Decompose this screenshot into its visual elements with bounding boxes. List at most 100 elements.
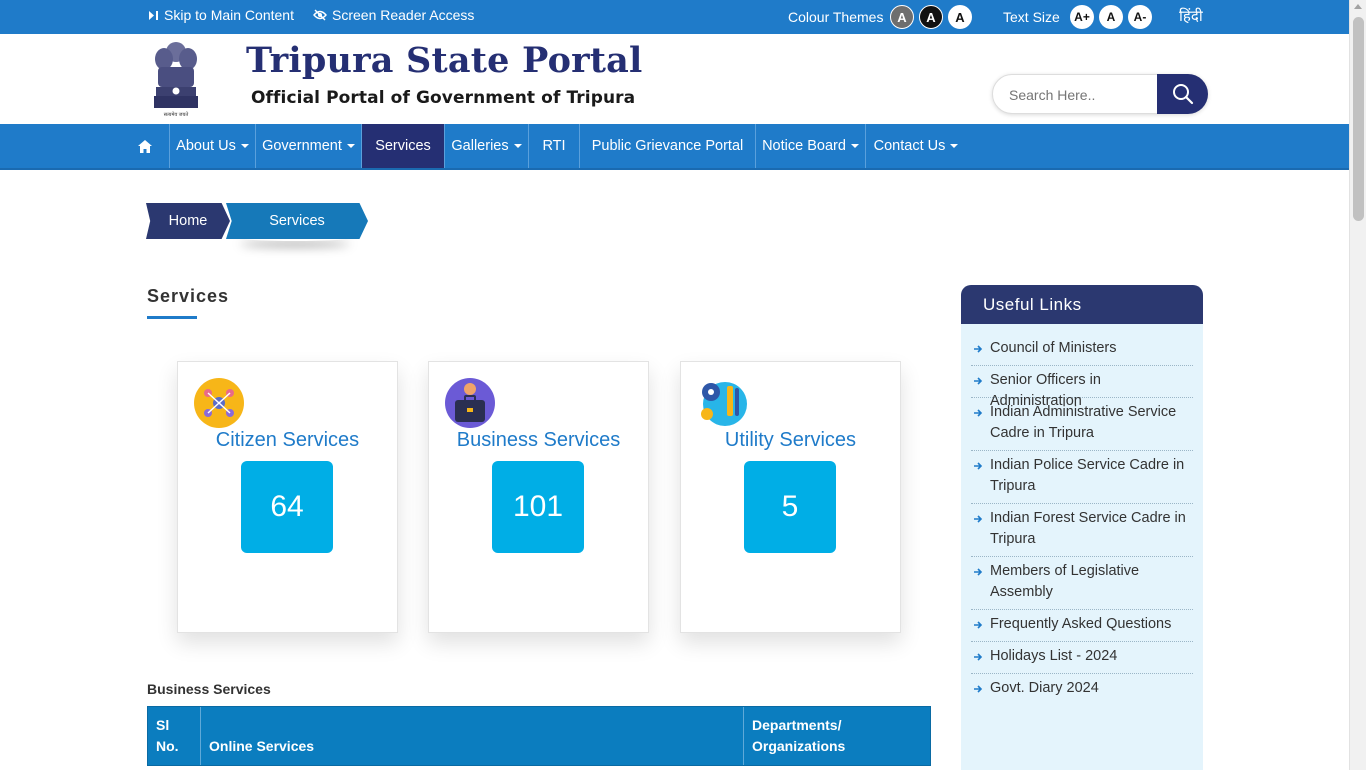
chevron-down-icon: [850, 144, 859, 148]
useful-link-mla[interactable]: Members of Legislative Assembly: [971, 561, 1193, 610]
utility-services-count[interactable]: 5: [744, 461, 836, 553]
nav-notice-board[interactable]: Notice Board: [756, 124, 866, 168]
chevron-down-icon: [513, 144, 522, 148]
chevron-down-icon: [240, 144, 249, 148]
column-departments: Departments/ Organizations: [752, 717, 846, 754]
skip-label: Skip to Main Content: [164, 7, 294, 23]
column-sl-no: Sl No.: [148, 707, 201, 765]
utility-services-title[interactable]: Utility Services: [681, 429, 900, 452]
scrollbar-thumb[interactable]: [1353, 17, 1364, 221]
eye-slash-icon: [313, 9, 327, 21]
breadcrumb-home-label: Home: [168, 213, 208, 229]
useful-link-govt-diary[interactable]: Govt. Diary 2024: [971, 678, 1193, 706]
skip-to-main-link[interactable]: Skip to Main Content: [148, 7, 294, 23]
page-title: Services: [147, 286, 230, 306]
nav-services-label: Services: [375, 138, 431, 154]
useful-link-faq[interactable]: Frequently Asked Questions: [971, 614, 1193, 642]
text-size-decrease-button[interactable]: A-: [1128, 5, 1152, 29]
briefcase-icon: [445, 378, 495, 428]
useful-links-title: Useful Links: [961, 285, 1203, 324]
arrow-right-icon: [974, 568, 983, 576]
search-input[interactable]: [1009, 84, 1149, 106]
nav-about-us[interactable]: About Us: [170, 124, 256, 168]
useful-link-label: Indian Forest Service Cadre in Tripura: [990, 510, 1186, 547]
useful-link-council-ministers[interactable]: Council of Ministers: [971, 338, 1193, 366]
arrow-right-icon: [974, 462, 983, 470]
nav-about-us-label: About Us: [176, 138, 236, 154]
text-size-increase-button[interactable]: A+: [1070, 5, 1094, 29]
breadcrumb-home[interactable]: Home: [146, 203, 230, 239]
business-services-card[interactable]: Business Services 101: [428, 361, 649, 633]
main-navigation: About Us Government Services Galleries R…: [0, 124, 1349, 170]
useful-link-ias-cadre[interactable]: Indian Administrative Service Cadre in T…: [971, 402, 1193, 451]
citizen-services-count[interactable]: 64: [241, 461, 333, 553]
utility-services-card[interactable]: Utility Services 5: [680, 361, 901, 633]
nav-government[interactable]: Government: [256, 124, 362, 168]
business-services-count[interactable]: 101: [492, 461, 584, 553]
citizen-services-card[interactable]: Citizen Services 64: [177, 361, 398, 633]
arrow-right-icon: [974, 653, 983, 661]
nav-notice-board-label: Notice Board: [762, 138, 846, 154]
site-subtitle: Official Portal of Government of Tripura: [251, 88, 636, 108]
theme-grey-button[interactable]: A: [890, 5, 914, 29]
useful-link-label: Indian Police Service Cadre in Tripura: [990, 457, 1185, 494]
tools-gear-icon: [701, 382, 747, 426]
citizen-network-icon: [194, 378, 244, 428]
theme-light-button[interactable]: A: [948, 5, 972, 29]
nav-contact-us[interactable]: Contact Us: [866, 124, 966, 168]
useful-link-ips-cadre[interactable]: Indian Police Service Cadre in Tripura: [971, 455, 1193, 504]
useful-link-label: Council of Ministers: [990, 340, 1117, 356]
nav-home[interactable]: [120, 124, 170, 168]
arrow-right-icon: [974, 377, 983, 385]
arrow-right-icon: [974, 409, 983, 417]
business-services-title[interactable]: Business Services: [429, 429, 648, 452]
business-services-heading: Business Services: [147, 681, 271, 697]
useful-link-label: Members of Legislative Assembly: [990, 563, 1140, 600]
useful-link-holidays[interactable]: Holidays List - 2024: [971, 646, 1193, 674]
arrow-right-icon: [974, 685, 983, 693]
breadcrumb-current-label: Services: [269, 213, 325, 229]
nav-public-grievance[interactable]: Public Grievance Portal: [580, 124, 756, 168]
home-icon: [137, 139, 152, 153]
skip-icon: [149, 10, 158, 20]
language-label: हिंदी: [1179, 8, 1203, 25]
national-emblem-logo[interactable]: सत्यमेव जयते: [150, 39, 202, 119]
nav-government-label: Government: [262, 138, 342, 154]
nav-public-grievance-label: Public Grievance Portal: [591, 138, 744, 154]
useful-link-senior-officers[interactable]: Senior Officers in Administration: [971, 370, 1193, 409]
nav-contact-us-label: Contact Us: [873, 138, 946, 154]
useful-link-label: Govt. Diary 2024: [990, 680, 1099, 696]
theme-dark-button[interactable]: A: [919, 5, 943, 29]
colour-themes-text: Colour Themes: [788, 9, 884, 25]
useful-link-label: Indian Administrative Service Cadre in T…: [990, 404, 1177, 441]
column-online-services: Online Services: [201, 707, 744, 765]
text-size-text: Text Size: [1003, 9, 1060, 25]
arrow-right-icon: [974, 515, 983, 523]
arrow-right-icon: [974, 621, 983, 629]
breadcrumb-current: Services: [226, 203, 368, 239]
citizen-services-title[interactable]: Citizen Services: [178, 429, 397, 452]
search-button[interactable]: [1157, 74, 1208, 114]
language-toggle-link[interactable]: हिंदी: [1179, 6, 1203, 26]
nav-rti[interactable]: RTI: [529, 124, 580, 168]
text-size-normal-button[interactable]: A: [1099, 5, 1123, 29]
chevron-down-icon: [950, 144, 959, 148]
nav-galleries-label: Galleries: [451, 138, 509, 154]
search-icon: [1172, 84, 1193, 105]
useful-link-ifs-cadre[interactable]: Indian Forest Service Cadre in Tripura: [971, 508, 1193, 557]
scroll-up-arrow-icon[interactable]: [1354, 4, 1362, 9]
page-scrollbar[interactable]: [1349, 0, 1366, 770]
nav-galleries[interactable]: Galleries: [445, 124, 529, 168]
screen-reader-link[interactable]: Screen Reader Access: [313, 7, 474, 23]
top-utility-bar: Skip to Main Content Screen Reader Acces…: [0, 0, 1349, 34]
useful-link-label: Frequently Asked Questions: [990, 616, 1172, 632]
site-header: सत्यमेव जयते Tripura State Portal Offici…: [0, 34, 1349, 124]
nav-services[interactable]: Services: [362, 124, 445, 168]
search-box: [992, 74, 1208, 114]
text-size-label: Text Size: [1003, 9, 1060, 25]
services-table-header: Sl No. Online Services Departments/ Orga…: [147, 706, 931, 766]
useful-link-label: Holidays List - 2024: [990, 648, 1118, 664]
site-title[interactable]: Tripura State Portal: [246, 40, 643, 81]
emblem-motto: सत्यमेव जयते: [164, 111, 189, 118]
arrow-right-icon: [974, 345, 983, 353]
